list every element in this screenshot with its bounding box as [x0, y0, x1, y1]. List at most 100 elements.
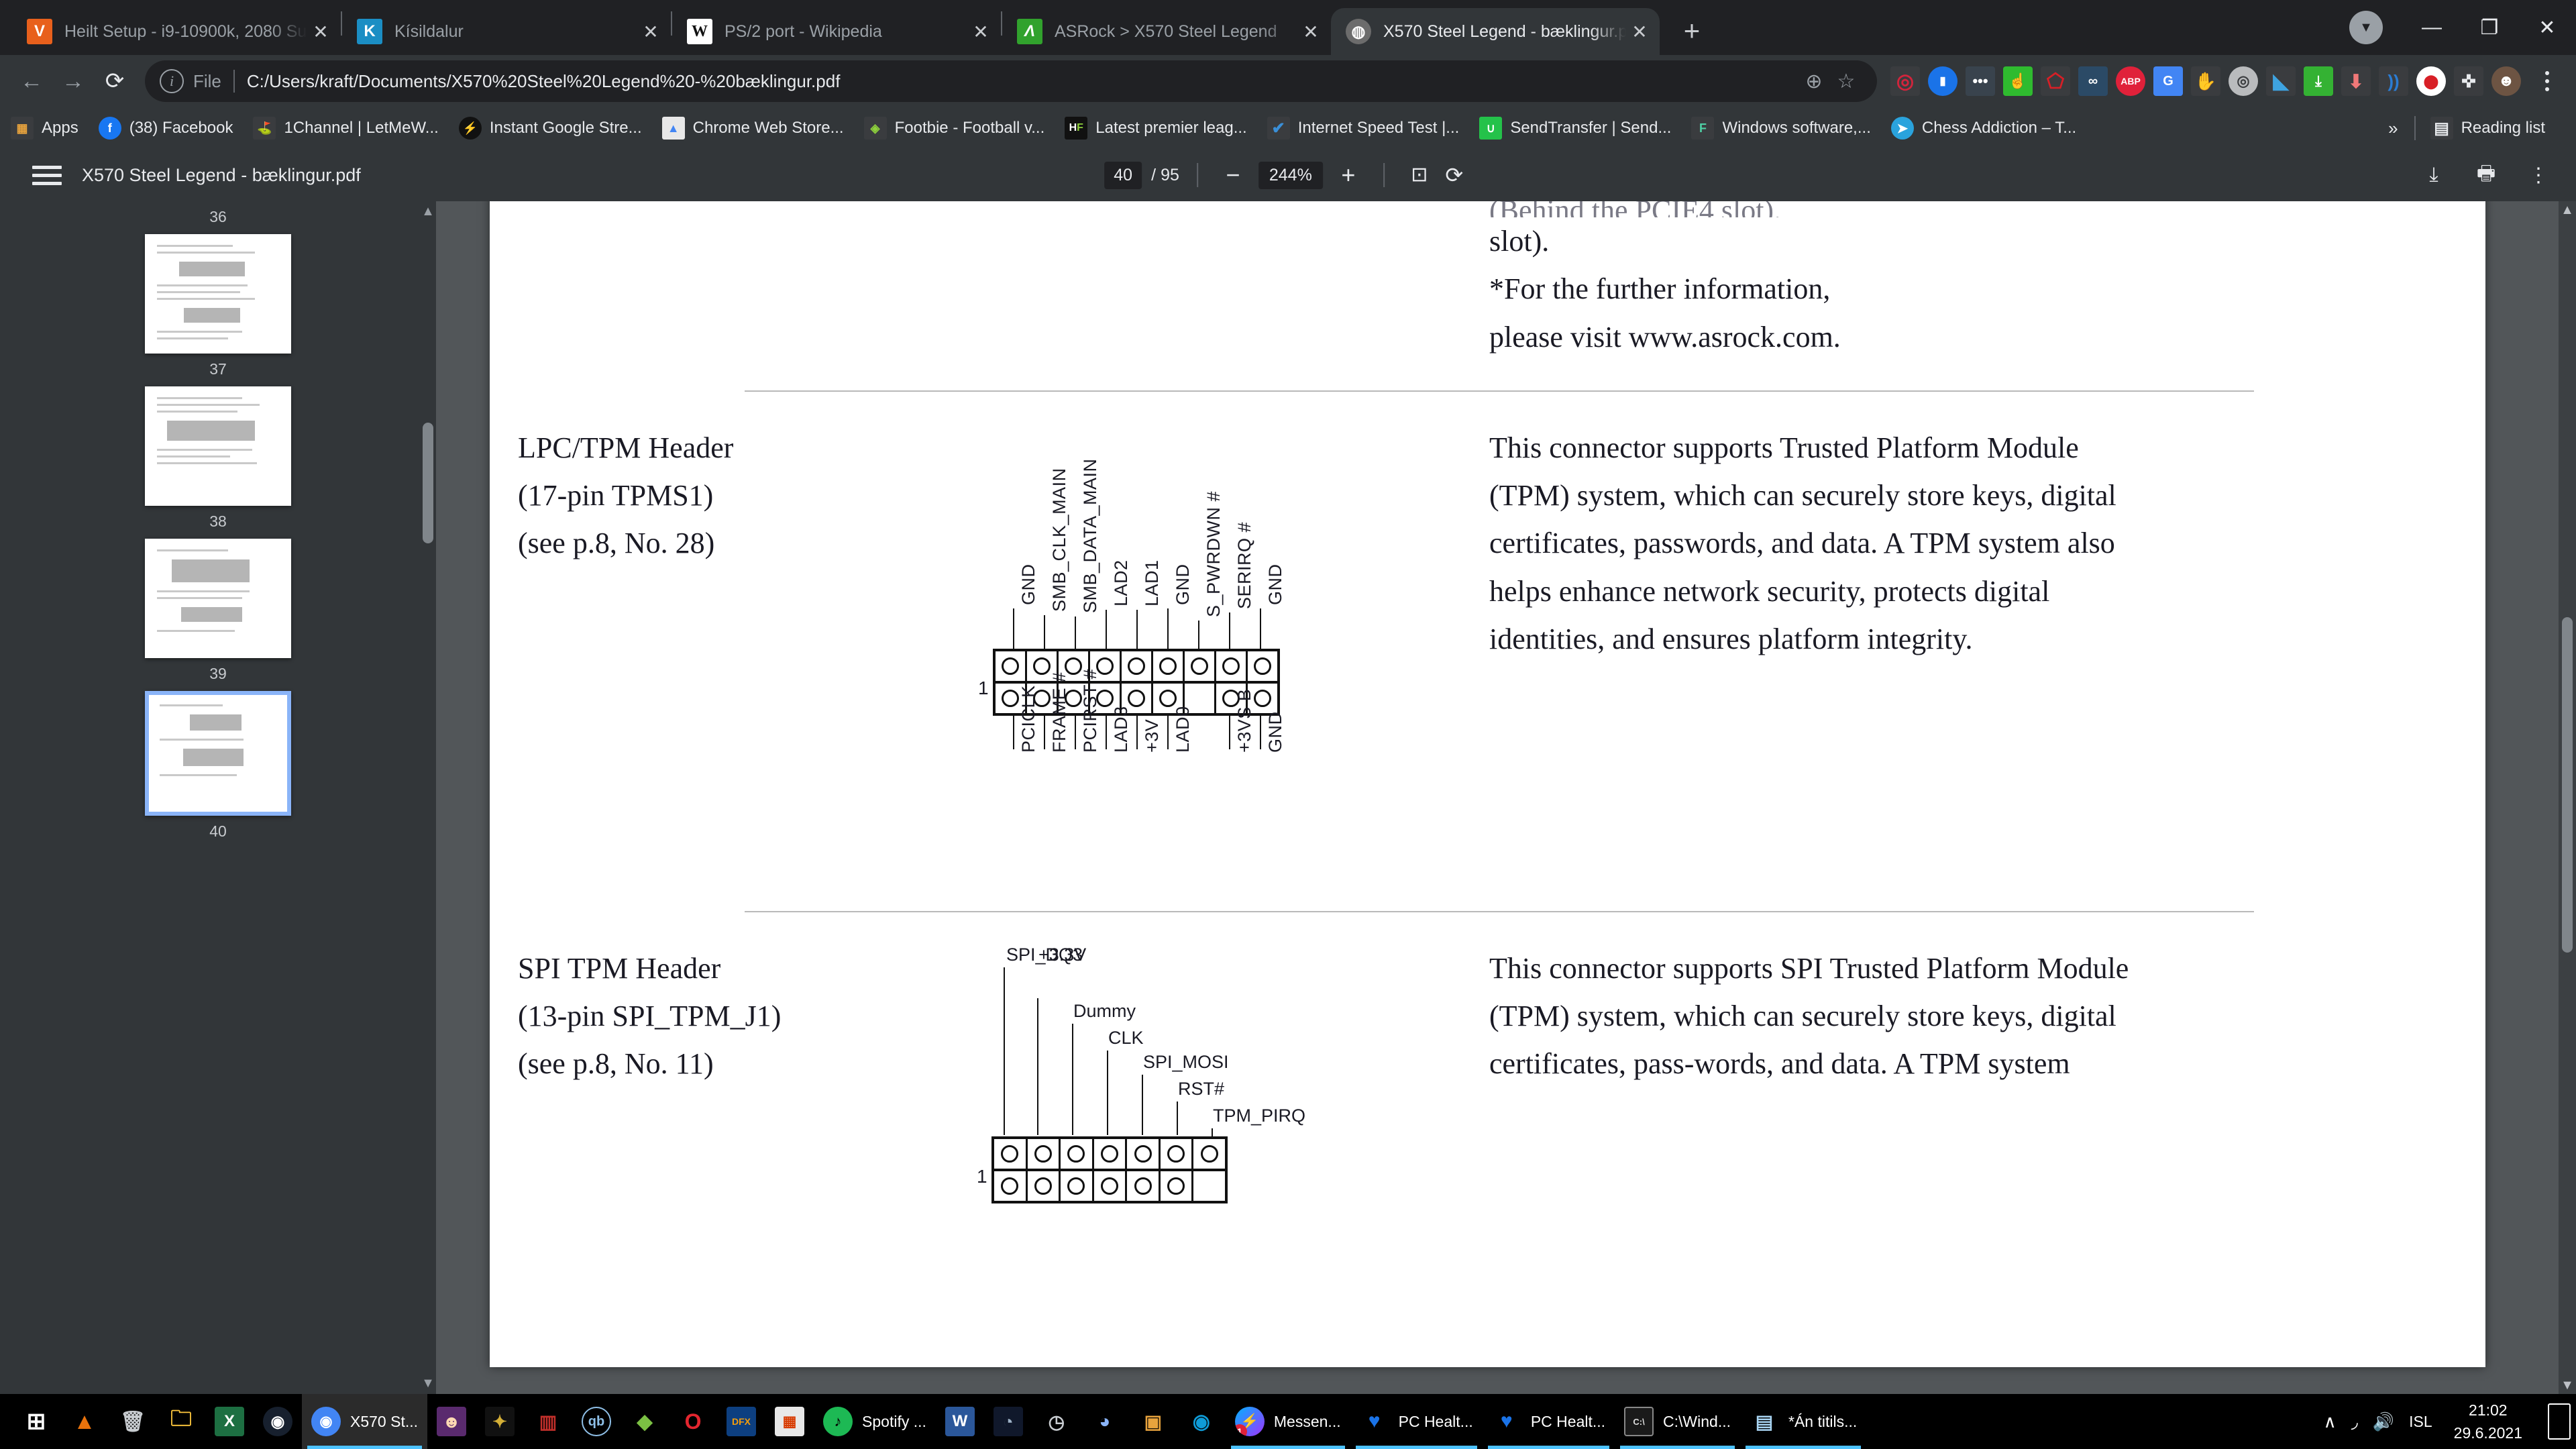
- taskbar-messenger[interactable]: ⚡1 Messen...: [1226, 1394, 1350, 1449]
- scrollbar-thumb[interactable]: [423, 423, 433, 543]
- zoom-in-button[interactable]: +: [1331, 163, 1366, 187]
- document-scrollbar[interactable]: ▲ ▼: [2559, 201, 2576, 1394]
- browser-tab-1[interactable]: K Kísildalur ✕: [342, 8, 671, 55]
- hand-cursor-extension-icon[interactable]: ✋: [2191, 66, 2220, 96]
- address-bar[interactable]: i File C:/Users/kraft/Documents/X570%20S…: [145, 60, 1877, 102]
- tab-close-button[interactable]: ✕: [1297, 18, 1324, 45]
- hamburger-icon[interactable]: [32, 166, 62, 185]
- thumbnail-scrollbar[interactable]: ▲ ▼: [420, 201, 436, 1394]
- doc-scrollbar-thumb[interactable]: [2562, 617, 2573, 953]
- bookmark-apps[interactable]: ▦ Apps: [11, 117, 78, 140]
- pdf-page-area[interactable]: (Behind the PCIE4 slot). slot). *For the…: [436, 201, 2576, 1394]
- taskbar-winrar[interactable]: ▥: [524, 1394, 572, 1449]
- taskbar-edge[interactable]: ◉: [1177, 1394, 1226, 1449]
- download-button[interactable]: ⤓: [2419, 160, 2449, 190]
- doc-scroll-up-arrow[interactable]: ▲: [2559, 201, 2576, 219]
- pocket-extension-icon[interactable]: ▮: [1928, 66, 1957, 96]
- url-text[interactable]: C:/Users/kraft/Documents/X570%20Steel%20…: [247, 71, 1798, 92]
- taskbar-notepad[interactable]: ▤ *Án titils...: [1740, 1394, 1866, 1449]
- taskbar-excel[interactable]: X: [205, 1394, 254, 1449]
- browser-tab-0[interactable]: V Heilt Setup - i9-10900k, 2080 Supe ✕: [12, 8, 341, 55]
- record-extension-icon[interactable]: ⬤: [2416, 66, 2446, 96]
- doc-scroll-down-arrow[interactable]: ▼: [2559, 1377, 2576, 1394]
- minimize-button[interactable]: —: [2403, 0, 2461, 55]
- taskbar-spotify[interactable]: ♪ Spotify ...: [814, 1394, 936, 1449]
- bookmark-chrome-web-store[interactable]: ▲ Chrome Web Store...: [662, 117, 844, 140]
- zoom-level-value[interactable]: 244%: [1258, 162, 1323, 189]
- taskbar-microsoft-store[interactable]: ▦: [765, 1394, 814, 1449]
- taskbar-clock-app[interactable]: ◷: [1032, 1394, 1081, 1449]
- scroll-up-arrow[interactable]: ▲: [420, 204, 436, 219]
- zoom-search-icon[interactable]: ⊕: [1798, 65, 1830, 97]
- page-number-input[interactable]: 40: [1104, 162, 1142, 189]
- language-indicator[interactable]: ISL: [2409, 1413, 2432, 1431]
- taskbar-pc-health-1[interactable]: ♥ PC Healt...: [1350, 1394, 1483, 1449]
- thumbnail-page[interactable]: [145, 386, 291, 506]
- chrome-menu-icon[interactable]: [2529, 71, 2565, 91]
- browser-tab-2[interactable]: W PS/2 port - Wikipedia ✕: [672, 8, 1001, 55]
- bookmark-star-icon[interactable]: ☆: [1830, 65, 1862, 97]
- taskbar-app-gold[interactable]: ✦: [476, 1394, 524, 1449]
- rotate-button[interactable]: ⟳: [1437, 164, 1472, 186]
- volume-icon[interactable]: 🔊: [2373, 1411, 2394, 1432]
- tab-close-button[interactable]: ✕: [637, 18, 664, 45]
- download-red-extension-icon[interactable]: ⬇: [2341, 66, 2371, 96]
- taskbar-chrome-active[interactable]: ◉ X570 St...: [302, 1394, 427, 1449]
- profile-avatar-icon[interactable]: ☻: [2491, 66, 2521, 96]
- forward-button[interactable]: →: [52, 60, 94, 102]
- taskbar-steam[interactable]: ◉: [254, 1394, 302, 1449]
- taskbar-command-prompt[interactable]: C:\ C:\Wind...: [1615, 1394, 1740, 1449]
- network-icon[interactable]: ◞: [2351, 1411, 2358, 1432]
- cast-extension-icon[interactable]: )): [2379, 66, 2408, 96]
- pdf-thumbnail-sidebar[interactable]: 36 37: [0, 201, 436, 1394]
- reading-list-button[interactable]: ▤ Reading list: [2430, 117, 2545, 140]
- download-green-extension-icon[interactable]: ⤓: [2304, 66, 2333, 96]
- thumbsup-extension-icon[interactable]: ☝: [2003, 66, 2033, 96]
- bookmark-premier-league[interactable]: HF Latest premier leag...: [1065, 117, 1246, 140]
- bookmark-footbie[interactable]: ◈ Footbie - Football v...: [864, 117, 1045, 140]
- reload-button[interactable]: ⟳: [94, 60, 136, 102]
- show-hidden-icons-button[interactable]: ∧: [2324, 1411, 2337, 1432]
- thumbnail-page[interactable]: [145, 539, 291, 658]
- page-info-icon[interactable]: i: [160, 69, 184, 93]
- taskbar-word[interactable]: W: [936, 1394, 984, 1449]
- adblockplus-extension-icon[interactable]: ABP: [2116, 66, 2145, 96]
- scroll-down-arrow[interactable]: ▼: [420, 1376, 436, 1391]
- bookmark-1channel[interactable]: ⛳ 1Channel | LetMeW...: [253, 117, 438, 140]
- taskbar-settings-app[interactable]: ◕: [1081, 1394, 1129, 1449]
- taskbar-driver-booster[interactable]: ◆: [621, 1394, 669, 1449]
- profile-chevron-icon[interactable]: ▼: [2349, 11, 2383, 44]
- grammarly-extension-icon[interactable]: ◎: [2229, 66, 2258, 96]
- close-window-button[interactable]: ✕: [2518, 0, 2576, 55]
- fit-page-button[interactable]: ⊡: [1402, 165, 1437, 185]
- taskbar-vlc[interactable]: ▲: [60, 1394, 109, 1449]
- taskbar-speedometer-app[interactable]: ◔: [984, 1394, 1032, 1449]
- zoom-out-button[interactable]: −: [1216, 163, 1250, 187]
- goggles-extension-icon[interactable]: ∞: [2078, 66, 2108, 96]
- pdf-more-button[interactable]: ⋮: [2524, 160, 2553, 190]
- puzzle-extension-icon[interactable]: ✜: [2454, 66, 2483, 96]
- thumbnail-page-selected[interactable]: [145, 691, 291, 816]
- taskbar-opera[interactable]: O: [669, 1394, 717, 1449]
- taskbar-app-face[interactable]: ☻: [427, 1394, 476, 1449]
- taskbar-pc-health-2[interactable]: ♥ PC Healt...: [1483, 1394, 1615, 1449]
- tab-close-button[interactable]: ✕: [1626, 18, 1653, 45]
- bookmark-internet-speed-test[interactable]: ✔ Internet Speed Test |...: [1267, 117, 1460, 140]
- start-button[interactable]: ⊞: [0, 1394, 60, 1449]
- flash-blue-extension-icon[interactable]: ◣: [2266, 66, 2296, 96]
- maximize-button[interactable]: ❐: [2461, 0, 2518, 55]
- bookmark-sendtransfer[interactable]: ∪ SendTransfer | Send...: [1479, 117, 1671, 140]
- taskbar-recycle-bin[interactable]: 🗑: [109, 1394, 157, 1449]
- taskbar-qbittorrent[interactable]: qb: [572, 1394, 621, 1449]
- browser-tab-3[interactable]: Λ ASRock > X570 Steel Legend ✕: [1002, 8, 1331, 55]
- bookmark-windows-software[interactable]: F Windows software,...: [1691, 117, 1870, 140]
- browser-tab-4-active[interactable]: ◍ X570 Steel Legend - bæklingur.pdf ✕: [1331, 8, 1660, 55]
- tab-close-button[interactable]: ✕: [307, 18, 334, 45]
- bookmark-chess-addiction[interactable]: ➤ Chess Addiction – T...: [1891, 117, 2076, 140]
- new-tab-button[interactable]: +: [1672, 11, 1712, 51]
- shield-red-extension-icon[interactable]: ⬠: [2041, 66, 2070, 96]
- bookmark-facebook[interactable]: f (38) Facebook: [99, 117, 233, 140]
- google-translate-extension-icon[interactable]: G: [2153, 66, 2183, 96]
- bookmarks-overflow-button[interactable]: »: [2372, 118, 2414, 139]
- dots-extension-icon[interactable]: •••: [1966, 66, 1995, 96]
